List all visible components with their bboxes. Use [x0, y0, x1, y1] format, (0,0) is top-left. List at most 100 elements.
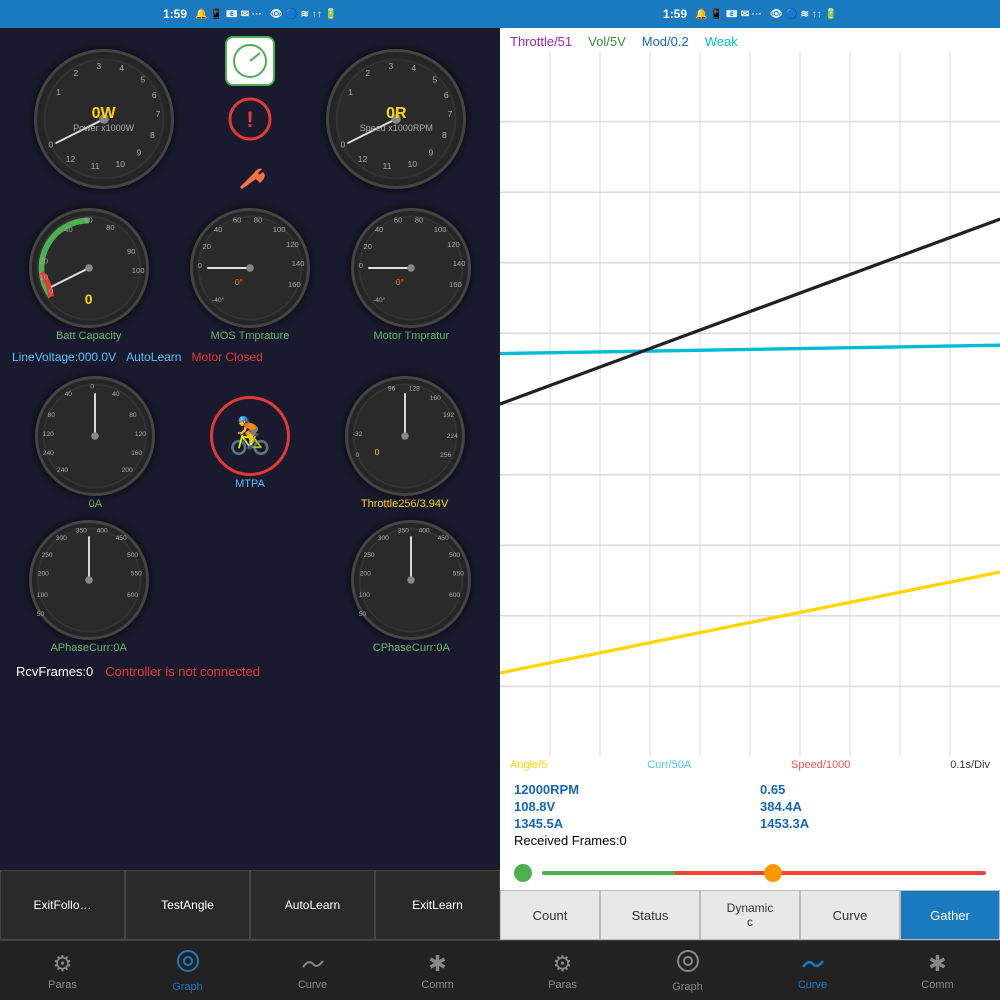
- svg-text:100: 100: [36, 592, 47, 599]
- svg-text:0°: 0°: [396, 277, 404, 287]
- motor-status: Motor Closed: [191, 350, 262, 364]
- nav-curve-right[interactable]: Curve: [750, 941, 875, 1000]
- nav-graph-right[interactable]: Graph: [625, 941, 750, 1000]
- slider-thumb-orange[interactable]: [764, 864, 782, 882]
- svg-text:0°: 0°: [235, 277, 243, 287]
- rcv-frames: RcvFrames:0: [16, 664, 93, 679]
- speed-gauge-container: 1 2 3 4 5 6 7 8 9 10 11 12 0: [326, 49, 466, 189]
- svg-text:250: 250: [41, 552, 52, 559]
- svg-text:500: 500: [127, 552, 138, 559]
- svg-text:250: 250: [364, 552, 375, 559]
- svg-text:-32: -32: [352, 431, 362, 438]
- bike-icon: 🚴: [210, 396, 290, 476]
- svg-text:300: 300: [378, 535, 389, 542]
- svg-text:0: 0: [91, 384, 95, 391]
- status-bar-left: 1:59 🔔 📱 📧 ✉ ··· 👁 🔵 ≋ ↑↑ 🔋: [0, 0, 500, 28]
- gauges-row-1: 1 2 3 4 5 6 7 8 9 10 11 12 0: [8, 36, 492, 202]
- exit-follo-button[interactable]: ExitFollo…: [0, 870, 125, 940]
- readout-1453a: 1453.3A: [760, 816, 986, 831]
- tab-status[interactable]: Status: [600, 890, 700, 940]
- svg-text:40: 40: [375, 225, 383, 234]
- svg-text:10: 10: [39, 272, 47, 281]
- speed-icon: [225, 36, 275, 86]
- chart-labels-bottom: Angle/5 Curr/50A Speed/1000 0.1s/Div: [500, 757, 1000, 777]
- paras-icon-left: ⚙: [53, 951, 73, 977]
- svg-text:140: 140: [453, 259, 466, 268]
- nav-comm-left[interactable]: ✱ Comm: [375, 941, 500, 1000]
- svg-text:120: 120: [135, 431, 146, 438]
- svg-text:550: 550: [453, 570, 464, 577]
- cphase-label: CPhaseCurr:0A: [373, 642, 450, 654]
- svg-text:600: 600: [449, 592, 460, 599]
- svg-text:40: 40: [64, 225, 72, 234]
- tab-bar-right: Count Status Dynamicc Curve Gather: [500, 890, 1000, 940]
- svg-text:100: 100: [131, 266, 144, 275]
- slider-row: [500, 856, 1000, 890]
- svg-text:550: 550: [130, 570, 141, 577]
- power-unit: Power x1000W: [73, 123, 134, 133]
- svg-text:100: 100: [359, 592, 370, 599]
- test-angle-button[interactable]: TestAngle: [125, 870, 250, 940]
- svg-text:192: 192: [443, 412, 454, 419]
- tab-curve[interactable]: Curve: [800, 890, 900, 940]
- mod-chart-label: Mod/0.2: [642, 34, 689, 49]
- curve-label-left: Curve: [298, 979, 327, 991]
- chart-labels-top: Throttle/51 Vol/5V Mod/0.2 Weak: [500, 28, 1000, 51]
- svg-text:120: 120: [43, 431, 54, 438]
- power-gauge: 1 2 3 4 5 6 7 8 9 10 11 12 0: [34, 49, 174, 189]
- throttle-gauge-container: 96 128 160 192 224 256 -32 0 0 Throttle2…: [345, 376, 465, 510]
- svg-text:0: 0: [198, 261, 202, 270]
- curve-icon-right: [801, 951, 825, 977]
- tab-count[interactable]: Count: [500, 890, 600, 940]
- speed-gauge: 1 2 3 4 5 6 7 8 9 10 11 12 0: [326, 49, 466, 189]
- readout-frames: Received Frames:0: [514, 833, 740, 848]
- current-gauge-container: 120 80 40 0 40 80 120 160 200 240 240: [35, 376, 155, 510]
- current-gauge: 120 80 40 0 40 80 120 160 200 240 240: [35, 376, 155, 496]
- svg-text:160: 160: [449, 280, 462, 289]
- gauges-row-3: 120 80 40 0 40 80 120 160 200 240 240: [8, 376, 492, 510]
- svg-text:120: 120: [286, 240, 299, 249]
- comm-label-right: Comm: [921, 979, 953, 991]
- svg-text:80: 80: [254, 215, 262, 224]
- svg-text:80: 80: [130, 412, 138, 419]
- svg-text:60: 60: [394, 215, 402, 224]
- tab-dynamic[interactable]: Dynamicc: [700, 890, 800, 940]
- nav-comm-right[interactable]: ✱ Comm: [875, 941, 1000, 1000]
- svg-text:-40°: -40°: [373, 296, 386, 304]
- svg-text:!: !: [246, 107, 253, 132]
- tab-gather[interactable]: Gather: [900, 890, 1000, 940]
- nav-paras-right[interactable]: ⚙ Paras: [500, 941, 625, 1000]
- slider-track[interactable]: [542, 871, 986, 875]
- svg-text:90: 90: [127, 247, 135, 256]
- spacer: [190, 527, 310, 647]
- svg-text:300: 300: [55, 535, 66, 542]
- cphase-gauge: 200 250 300 350 400 450 500 550 600 100 …: [351, 520, 471, 640]
- mtpa-container: 🚴 MTPA: [210, 396, 290, 490]
- nav-paras-left[interactable]: ⚙ Paras: [0, 941, 125, 1000]
- svg-text:400: 400: [419, 528, 430, 535]
- svg-text:20: 20: [39, 256, 47, 265]
- svg-text:100: 100: [273, 225, 286, 234]
- svg-text:140: 140: [292, 259, 305, 268]
- svg-text:20: 20: [364, 242, 372, 251]
- exit-learn-button[interactable]: ExitLearn: [375, 870, 500, 940]
- auto-learn-button[interactable]: AutoLearn: [250, 870, 375, 940]
- angle-label: Angle/5: [510, 759, 547, 775]
- left-content: 1 2 3 4 5 6 7 8 9 10 11 12 0: [0, 28, 500, 870]
- paras-icon-right: ⚙: [553, 951, 573, 977]
- time-left: 1:59: [163, 7, 187, 21]
- svg-text:450: 450: [438, 535, 449, 542]
- nav-graph-left[interactable]: Graph: [125, 941, 250, 1000]
- svg-text:0: 0: [49, 287, 53, 296]
- svg-text:50: 50: [359, 611, 367, 618]
- nav-curve-left[interactable]: Curve: [250, 941, 375, 1000]
- comm-icon-right: ✱: [928, 951, 946, 977]
- svg-text:500: 500: [449, 552, 460, 559]
- center-icons: !: [225, 36, 275, 202]
- svg-text:600: 600: [127, 592, 138, 599]
- svg-text:200: 200: [122, 467, 133, 474]
- cphase-container: 200 250 300 350 400 450 500 550 600 100 …: [351, 520, 471, 654]
- batt-gauge-container: 20 10 0 40 60 80 90 100 0 Batt Capacity: [29, 208, 149, 342]
- motor-gauge: 0 20 40 60 80 100 120 140 160 -40° 0°: [351, 208, 471, 328]
- curve-label-right: Curve: [798, 979, 827, 991]
